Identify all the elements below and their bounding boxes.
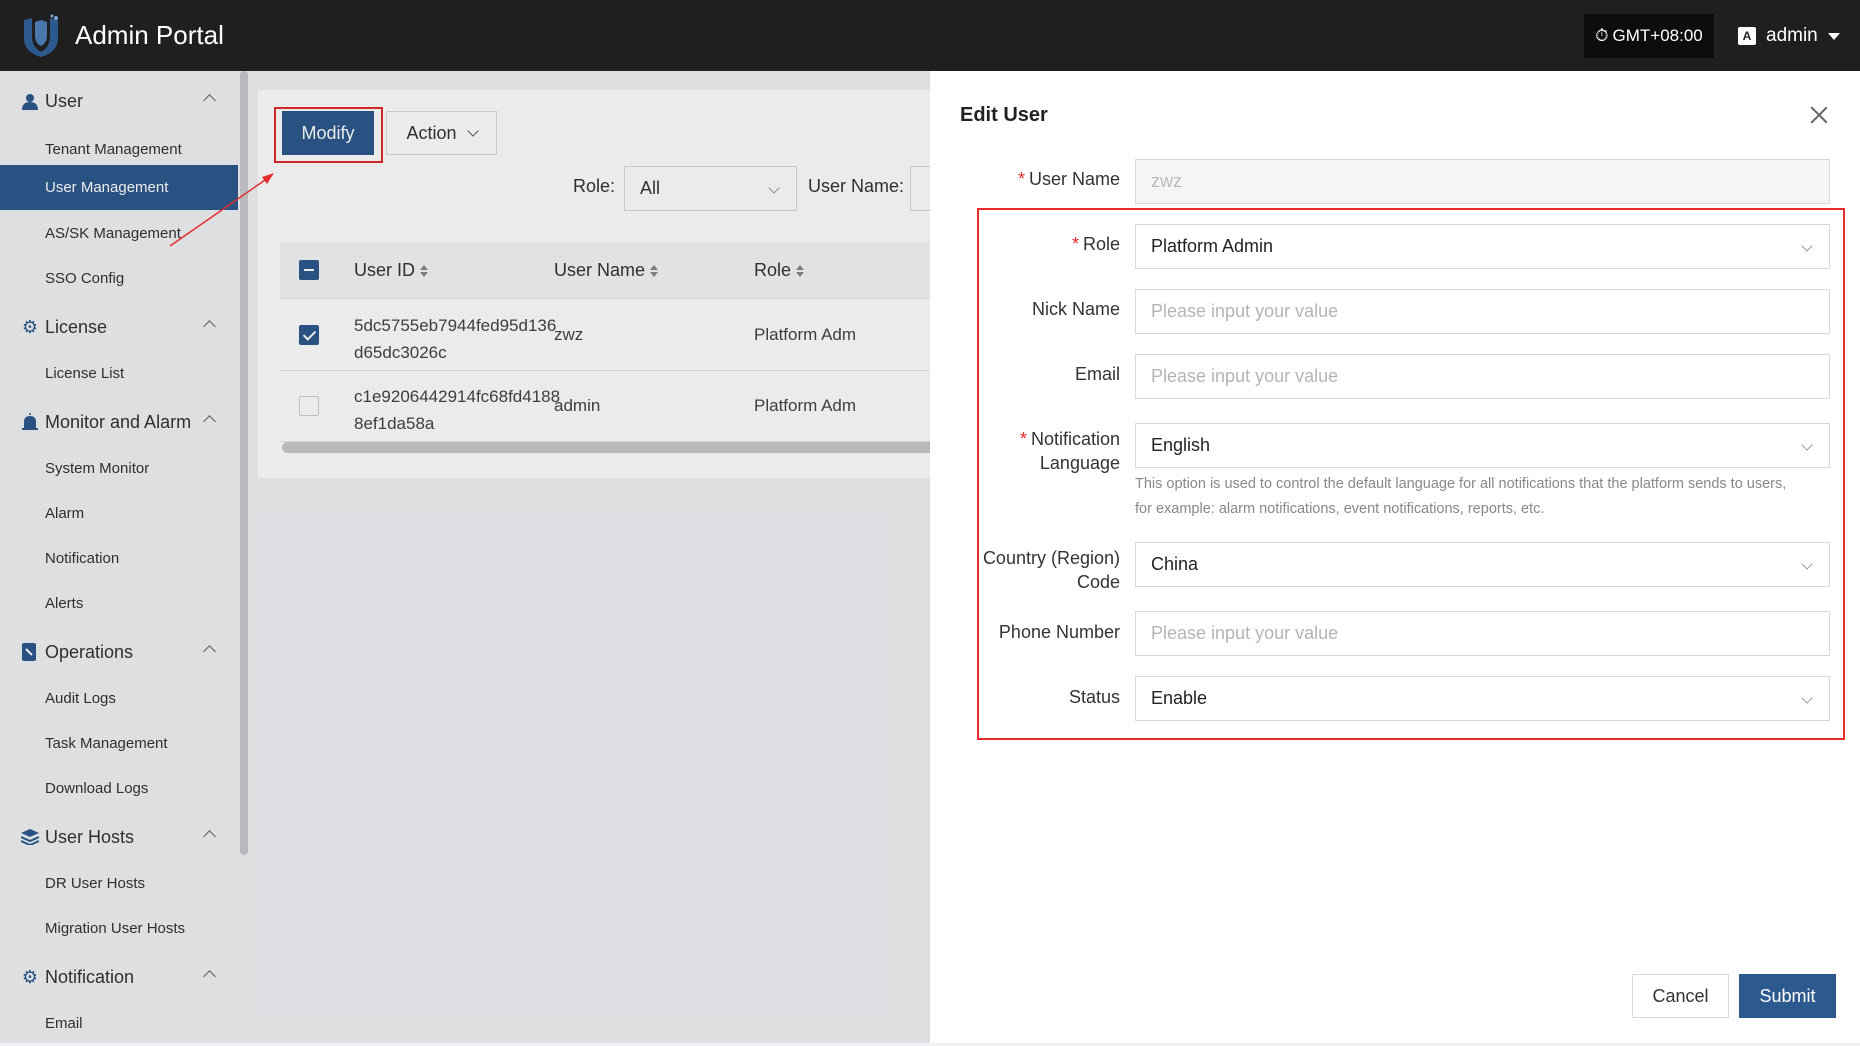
email-label: Email [1074, 364, 1120, 384]
nick-name-input[interactable] [1135, 289, 1830, 334]
chevron-down-icon [1801, 439, 1813, 451]
country-code-select[interactable]: China [1135, 542, 1830, 587]
role-select[interactable]: Platform Admin [1135, 224, 1830, 269]
chevron-down-icon [1801, 558, 1813, 570]
status-value: Enable [1151, 688, 1208, 708]
chevron-down-icon [1801, 692, 1813, 704]
country-code-label: Country (Region) Code [982, 548, 1120, 592]
top-bar: Admin Portal ⏱ GMT+08:00 A admin [0, 0, 1860, 71]
timezone-display[interactable]: ⏱ GMT+08:00 [1584, 14, 1714, 58]
country-code-value: China [1151, 554, 1199, 574]
chevron-down-icon [1801, 240, 1813, 252]
drawer-title: Edit User [960, 104, 1048, 126]
user-badge-icon: A [1738, 27, 1756, 45]
notification-language-select[interactable]: English [1135, 423, 1830, 468]
notification-language-value: English [1151, 435, 1211, 455]
role-select-value: Platform Admin [1151, 236, 1274, 256]
status-label: Status [1068, 687, 1120, 707]
nick-name-label: Nick Name [1031, 299, 1120, 319]
notification-language-hint: This option is used to control the defau… [1135, 476, 1787, 517]
user-name-field: zwz [1135, 159, 1830, 204]
submit-button[interactable]: Submit [1739, 974, 1836, 1018]
username: admin [1766, 25, 1818, 46]
phone-number-input[interactable] [1135, 611, 1830, 656]
cancel-button[interactable]: Cancel [1632, 974, 1729, 1018]
email-input[interactable] [1135, 354, 1830, 399]
close-icon[interactable] [1808, 104, 1830, 126]
app-title: Admin Portal [75, 20, 224, 50]
user-name-label: * User Name [1017, 169, 1120, 189]
status-select[interactable]: Enable [1135, 676, 1830, 721]
clock-icon: ⏱ [1595, 26, 1609, 45]
timezone-label: GMT+08:00 [1612, 26, 1703, 45]
caret-down-icon [1827, 32, 1840, 40]
notification-language-label: * Notification Language [1019, 429, 1120, 473]
shield-logo-icon [24, 14, 58, 57]
drawer-mask[interactable] [0, 71, 930, 1043]
user-name-value: zwz [1151, 171, 1182, 191]
user-menu[interactable]: A admin [1738, 18, 1840, 54]
role-label: * Role [1071, 234, 1120, 254]
phone-number-label: Phone Number [998, 622, 1120, 642]
